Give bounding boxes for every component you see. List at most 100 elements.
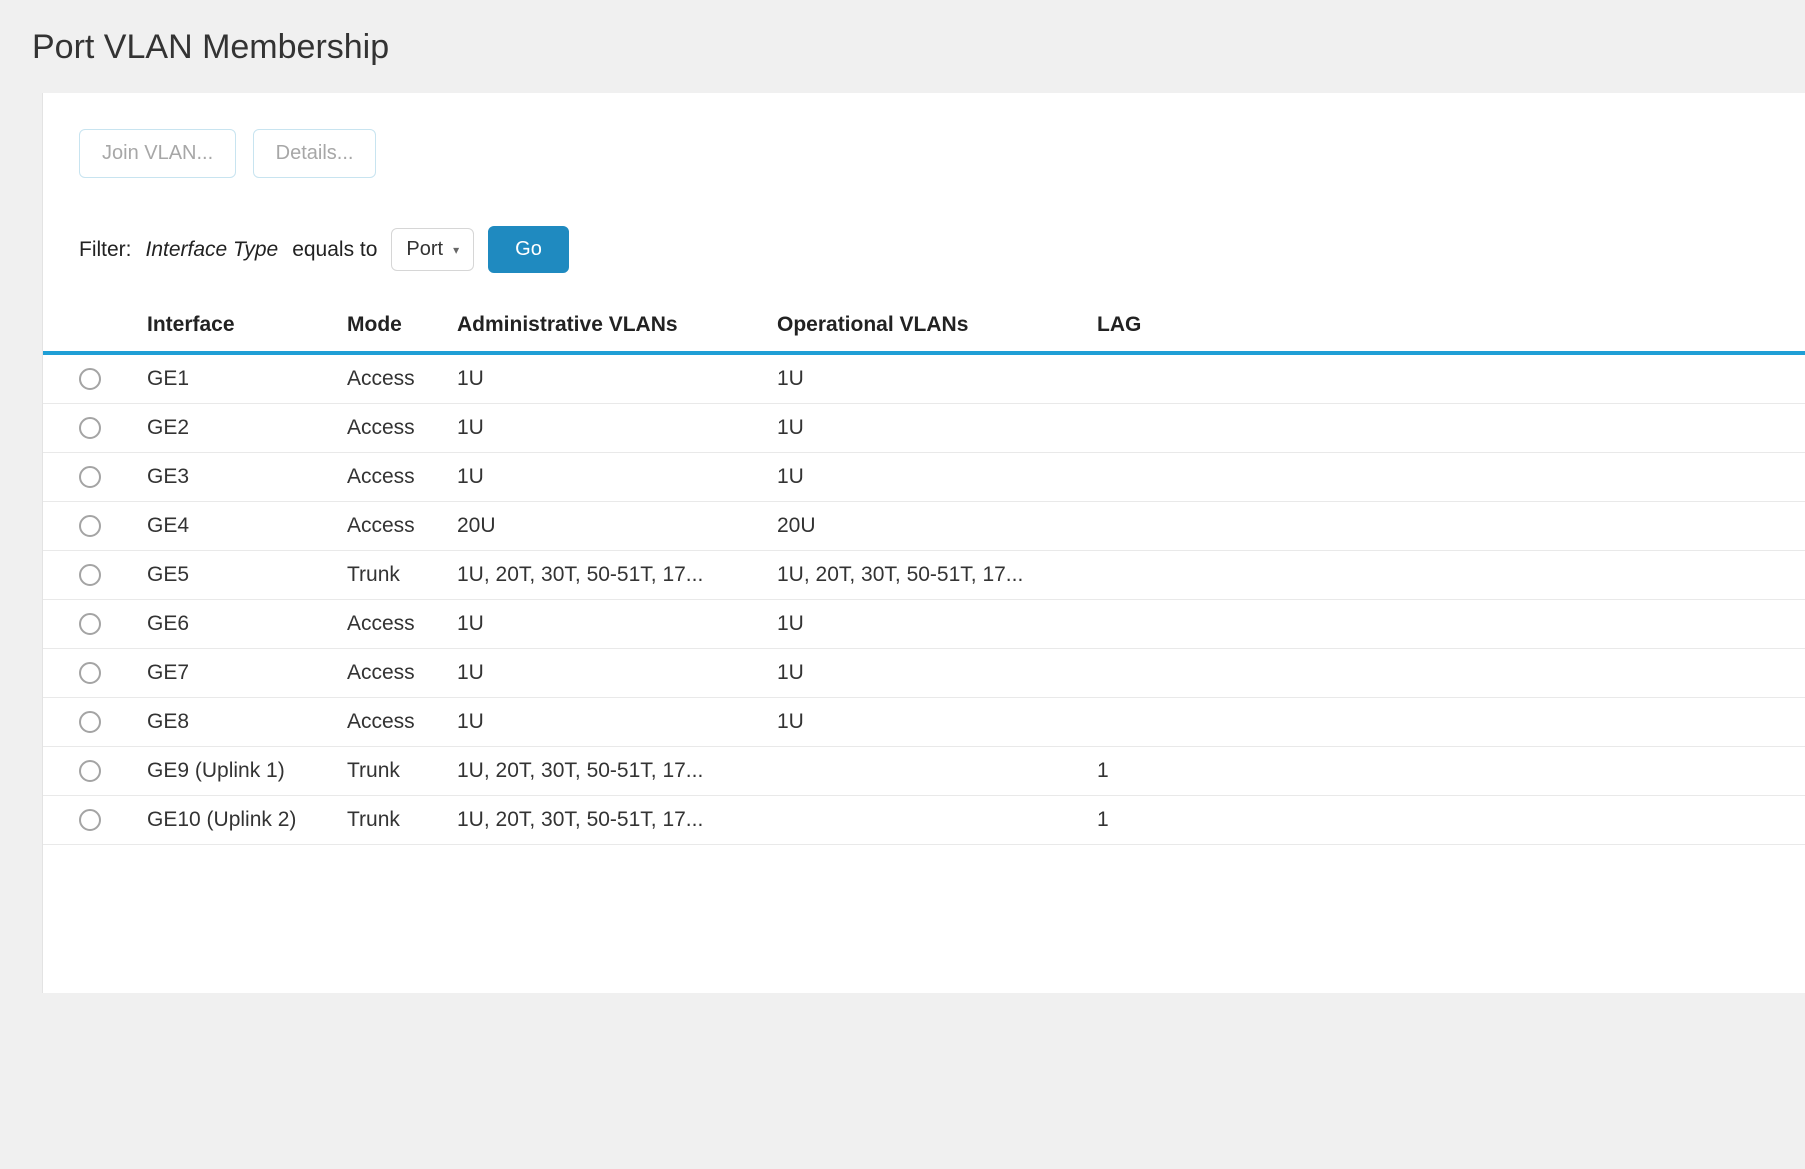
row-oper-vlans (765, 796, 1085, 845)
go-button[interactable]: Go (488, 226, 569, 273)
row-radio[interactable] (79, 564, 101, 586)
row-select-cell (43, 453, 135, 502)
toolbar: Join VLAN... Details... (43, 93, 1805, 178)
table-header-interface: Interface (135, 299, 335, 353)
row-radio[interactable] (79, 417, 101, 439)
row-interface: GE6 (135, 600, 335, 649)
row-radio[interactable] (79, 368, 101, 390)
table-row[interactable]: GE3Access1U1U (43, 453, 1805, 502)
row-mode: Trunk (335, 796, 445, 845)
row-admin-vlans: 1U (445, 453, 765, 502)
table-row[interactable]: GE9 (Uplink 1)Trunk1U, 20T, 30T, 50-51T,… (43, 747, 1805, 796)
row-mode: Access (335, 502, 445, 551)
vlan-membership-table: Interface Mode Administrative VLANs Oper… (43, 299, 1805, 845)
row-interface: GE7 (135, 649, 335, 698)
row-interface: GE1 (135, 353, 335, 404)
row-admin-vlans: 1U, 20T, 30T, 50-51T, 17... (445, 796, 765, 845)
row-lag (1085, 502, 1805, 551)
filter-row: Filter: Interface Type equals to Port ▾ … (43, 178, 1805, 291)
row-oper-vlans: 1U (765, 453, 1085, 502)
details-button[interactable]: Details... (253, 129, 377, 178)
table-row[interactable]: GE10 (Uplink 2)Trunk1U, 20T, 30T, 50-51T… (43, 796, 1805, 845)
row-radio[interactable] (79, 613, 101, 635)
row-oper-vlans: 1U (765, 649, 1085, 698)
row-lag (1085, 453, 1805, 502)
row-mode: Access (335, 600, 445, 649)
row-select-cell (43, 796, 135, 845)
row-interface: GE2 (135, 404, 335, 453)
row-lag (1085, 551, 1805, 600)
table-row[interactable]: GE6Access1U1U (43, 600, 1805, 649)
row-oper-vlans: 1U (765, 404, 1085, 453)
row-lag: 1 (1085, 747, 1805, 796)
row-oper-vlans: 1U (765, 698, 1085, 747)
row-admin-vlans: 20U (445, 502, 765, 551)
row-lag (1085, 600, 1805, 649)
table-row[interactable]: GE8Access1U1U (43, 698, 1805, 747)
interface-type-select[interactable]: Port ▾ (391, 228, 474, 271)
row-admin-vlans: 1U, 20T, 30T, 50-51T, 17... (445, 551, 765, 600)
row-mode: Trunk (335, 551, 445, 600)
row-oper-vlans: 1U, 20T, 30T, 50-51T, 17... (765, 551, 1085, 600)
row-admin-vlans: 1U (445, 404, 765, 453)
row-select-cell (43, 404, 135, 453)
row-oper-vlans: 20U (765, 502, 1085, 551)
row-interface: GE3 (135, 453, 335, 502)
table-header-mode: Mode (335, 299, 445, 353)
interface-type-value: Port (406, 238, 443, 261)
page-title: Port VLAN Membership (32, 28, 1773, 67)
row-lag: 1 (1085, 796, 1805, 845)
row-select-cell (43, 600, 135, 649)
row-mode: Access (335, 453, 445, 502)
row-mode: Access (335, 698, 445, 747)
table-header-admin-vlans: Administrative VLANs (445, 299, 765, 353)
row-oper-vlans: 1U (765, 600, 1085, 649)
row-admin-vlans: 1U (445, 353, 765, 404)
row-select-cell (43, 502, 135, 551)
row-radio[interactable] (79, 662, 101, 684)
table-row[interactable]: GE5Trunk1U, 20T, 30T, 50-51T, 17...1U, 2… (43, 551, 1805, 600)
table-row[interactable]: GE1Access1U1U (43, 353, 1805, 404)
filter-label: Filter: (79, 238, 132, 262)
row-interface: GE5 (135, 551, 335, 600)
table-row[interactable]: GE7Access1U1U (43, 649, 1805, 698)
row-oper-vlans (765, 747, 1085, 796)
row-select-cell (43, 353, 135, 404)
row-select-cell (43, 649, 135, 698)
row-mode: Trunk (335, 747, 445, 796)
chevron-down-icon: ▾ (453, 243, 459, 257)
row-mode: Access (335, 649, 445, 698)
filter-field-label: Interface Type (146, 238, 279, 262)
row-radio[interactable] (79, 515, 101, 537)
row-select-cell (43, 747, 135, 796)
row-admin-vlans: 1U (445, 600, 765, 649)
row-interface: GE10 (Uplink 2) (135, 796, 335, 845)
row-interface: GE8 (135, 698, 335, 747)
row-lag (1085, 404, 1805, 453)
table-header-lag: LAG (1085, 299, 1805, 353)
row-mode: Access (335, 404, 445, 453)
row-mode: Access (335, 353, 445, 404)
join-vlan-button[interactable]: Join VLAN... (79, 129, 236, 178)
table-header-row: Interface Mode Administrative VLANs Oper… (43, 299, 1805, 353)
row-select-cell (43, 698, 135, 747)
row-interface: GE9 (Uplink 1) (135, 747, 335, 796)
table-header-oper-vlans: Operational VLANs (765, 299, 1085, 353)
row-radio[interactable] (79, 466, 101, 488)
row-lag (1085, 698, 1805, 747)
row-oper-vlans: 1U (765, 353, 1085, 404)
row-select-cell (43, 551, 135, 600)
row-radio[interactable] (79, 711, 101, 733)
row-lag (1085, 649, 1805, 698)
row-radio[interactable] (79, 809, 101, 831)
row-radio[interactable] (79, 760, 101, 782)
content-area: Join VLAN... Details... Filter: Interfac… (42, 93, 1805, 993)
page-header: Port VLAN Membership (0, 0, 1805, 93)
table-row[interactable]: GE4Access20U20U (43, 502, 1805, 551)
table-row[interactable]: GE2Access1U1U (43, 404, 1805, 453)
filter-operator-label: equals to (292, 238, 377, 262)
table-header-select (43, 299, 135, 353)
row-lag (1085, 353, 1805, 404)
row-admin-vlans: 1U (445, 698, 765, 747)
row-interface: GE4 (135, 502, 335, 551)
